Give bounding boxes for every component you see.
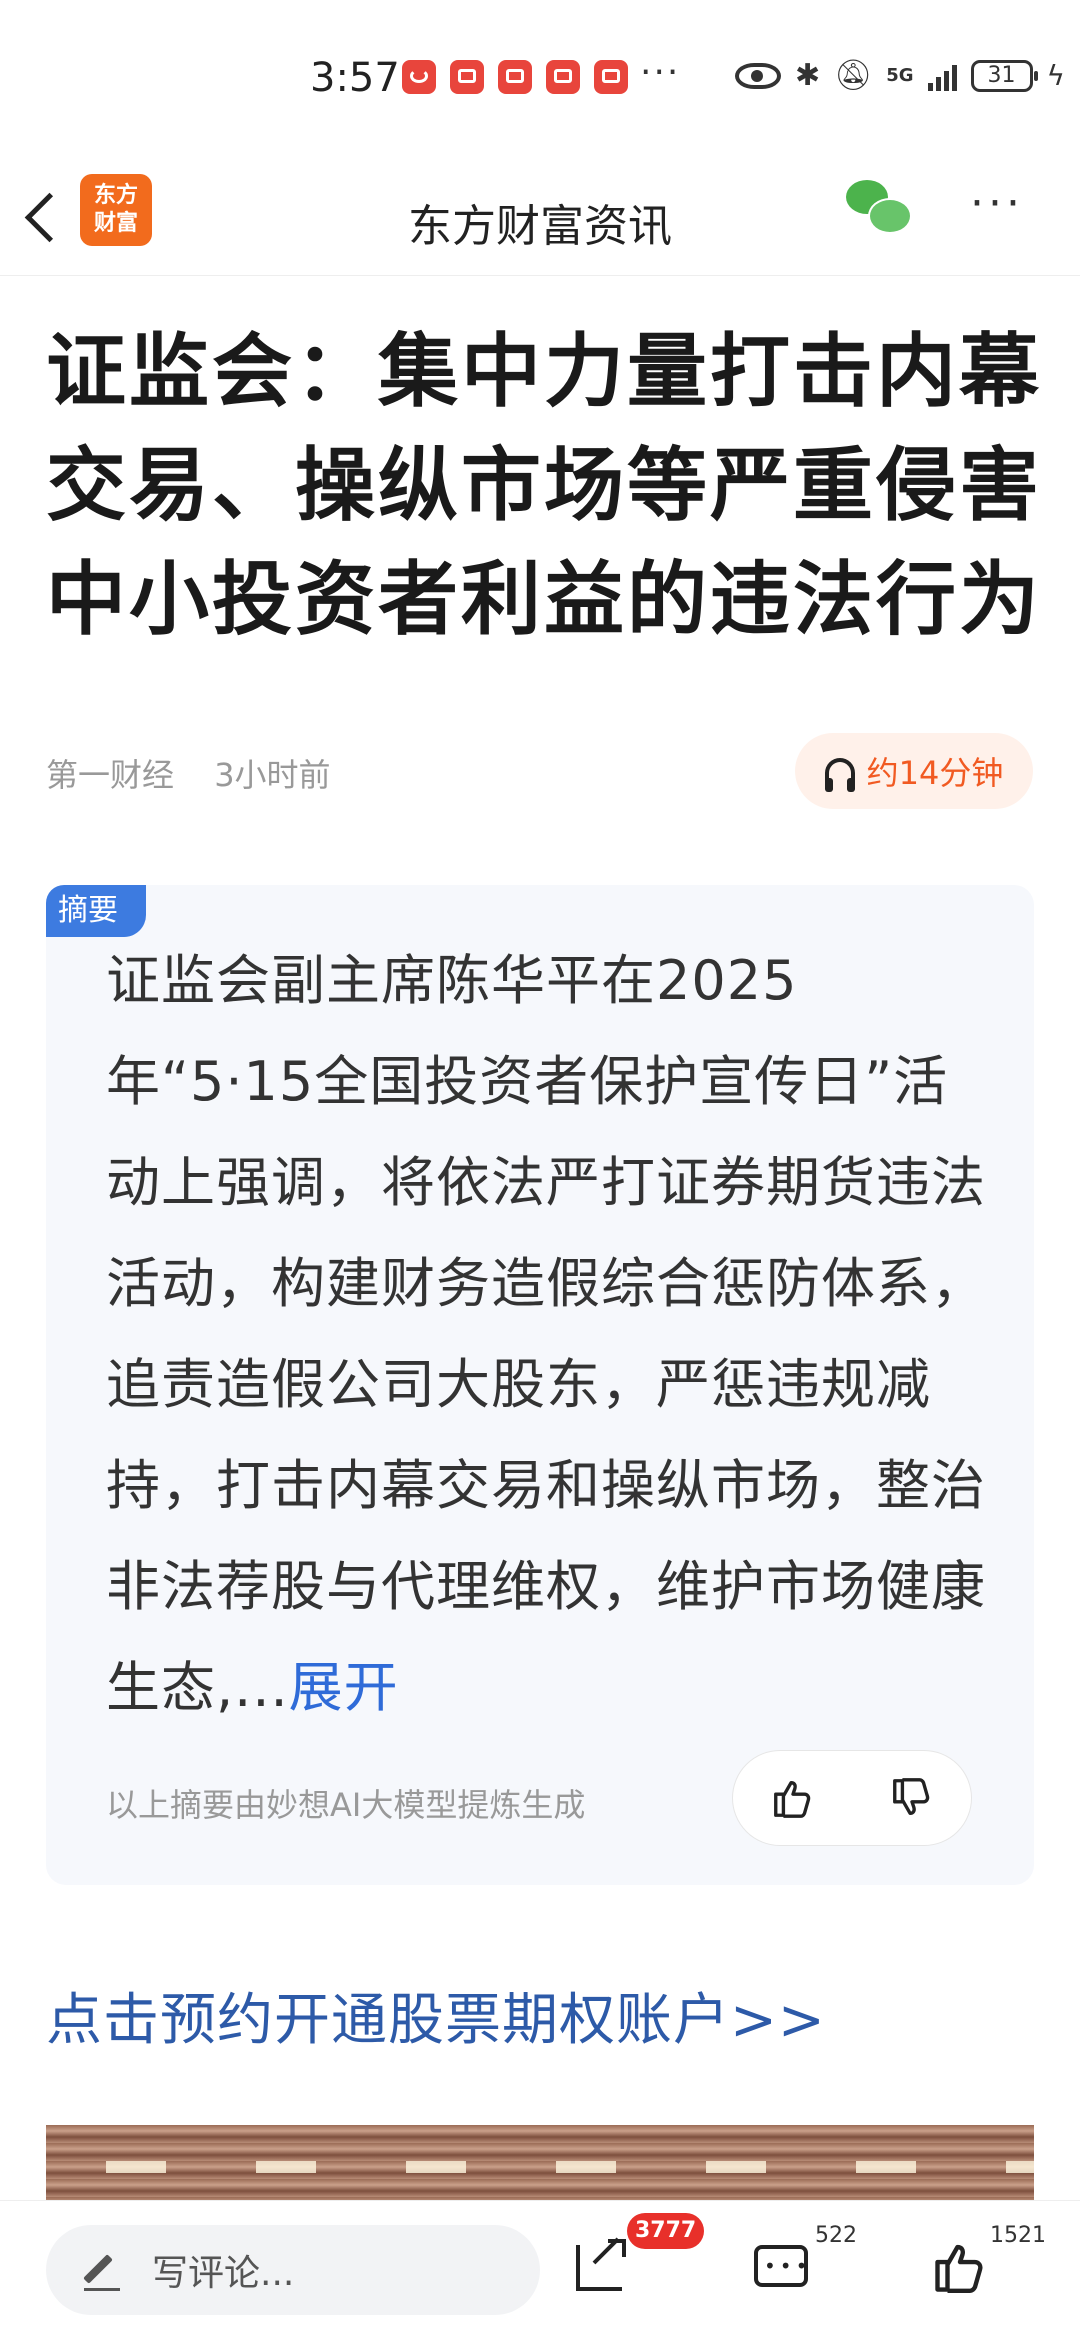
comments-button[interactable]: ••• xyxy=(752,2237,812,2297)
article-page: 3:57 ··· ✱ 🔕︎ 5G 31 ϟ 东方 财富 东方财富资讯 ··· 证… xyxy=(0,0,1080,2340)
article-title: 证监会：集中力量打击内幕交易、操纵市场等严重侵害中小投资者利益的违法行为 xyxy=(46,325,1042,646)
share-button[interactable] xyxy=(572,2237,632,2297)
audio-duration: 约14分钟 xyxy=(866,754,1004,792)
app-notification-icon xyxy=(498,60,532,94)
thumbs-down-icon[interactable] xyxy=(889,1775,935,1821)
summary-body: 证监会副主席陈华平在2025年“5·15全国投资者保护宣传日”活动上强调，将依法… xyxy=(106,949,986,1719)
like-icon xyxy=(935,2244,983,2293)
comment-placeholder: 写评论... xyxy=(152,2253,295,2294)
more-notifications-icon: ··· xyxy=(640,52,681,93)
notification-icons xyxy=(402,60,628,94)
app-notification-icon xyxy=(546,60,580,94)
comment-input[interactable]: 写评论... xyxy=(46,2225,540,2315)
network-type: 5G xyxy=(886,64,914,86)
article-source: 第一财经 xyxy=(46,756,175,794)
page-title: 东方财富资讯 xyxy=(408,201,672,252)
ai-summary-card: 摘要 证监会副主席陈华平在2025年“5·15全国投资者保护宣传日”活动上强调，… xyxy=(46,885,1034,1885)
bottom-action-bar: 写评论... 3777 ••• 522 1521 xyxy=(0,2200,1080,2340)
expand-summary-link[interactable]: 展开 xyxy=(289,1656,399,1719)
bluetooth-icon: ✱ xyxy=(795,58,821,93)
share-count-badge: 3777 xyxy=(627,2213,705,2249)
summary-feedback xyxy=(732,1750,972,1846)
comment-count: 522 xyxy=(815,2223,857,2248)
app-notification-icon xyxy=(450,60,484,94)
status-bar: 3:57 ··· ✱ 🔕︎ 5G 31 ϟ xyxy=(0,0,1080,160)
like-count: 1521 xyxy=(990,2223,1046,2248)
thumbs-up-icon[interactable] xyxy=(770,1775,816,1821)
more-options-button[interactable]: ··· xyxy=(970,178,1040,229)
like-button[interactable] xyxy=(930,2237,990,2297)
mute-icon: 🔕︎ xyxy=(834,58,873,93)
summary-disclaimer: 以上摘要由妙想AI大模型提炼生成 xyxy=(106,1786,586,1824)
summary-text: 证监会副主席陈华平在2025年“5·15全国投资者保护宣传日”活动上强调，将依法… xyxy=(106,930,986,1738)
article-meta: 第一财经 3小时前 xyxy=(46,750,331,796)
app-notification-icon xyxy=(402,60,436,94)
wechat-share-icon[interactable] xyxy=(846,180,912,236)
battery-icon: 31 xyxy=(970,59,1038,92)
charging-icon: ϟ xyxy=(1046,59,1066,92)
article-time: 3小时前 xyxy=(214,756,331,794)
open-options-account-link[interactable]: 点击预约开通股票期权账户>> xyxy=(46,1975,826,2056)
top-navigation: 东方 财富 东方财富资讯 ··· xyxy=(0,160,1080,276)
listen-audio-button[interactable]: 约14分钟 xyxy=(795,733,1033,809)
headphone-icon xyxy=(824,758,855,792)
app-notification-icon xyxy=(594,60,628,94)
eye-comfort-icon xyxy=(735,62,781,89)
status-time: 3:57 xyxy=(310,55,400,101)
system-icons: ✱ 🔕︎ 5G 31 ϟ xyxy=(735,58,1065,93)
signal-icon xyxy=(927,61,957,91)
pencil-icon xyxy=(84,2250,124,2291)
